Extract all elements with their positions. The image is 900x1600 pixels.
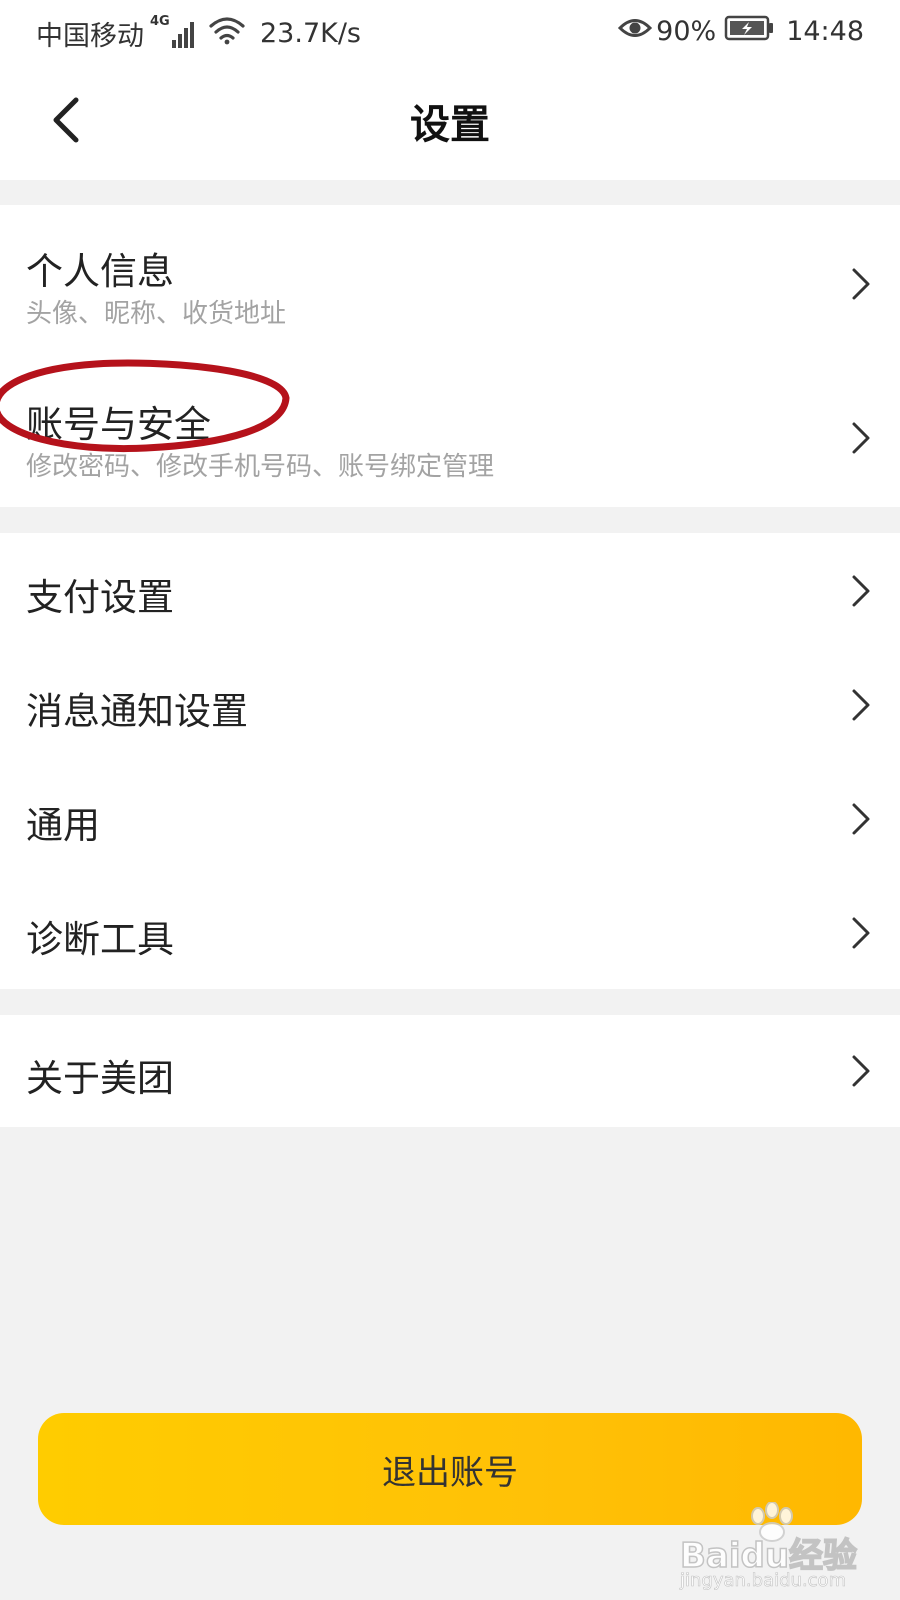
- network-speed: 23.7K/s: [260, 18, 361, 49]
- settings-item-diagnostic-tools[interactable]: 诊断工具: [0, 875, 900, 989]
- watermark-brand: Baidu经验: [679, 1535, 858, 1577]
- chevron-right-icon: [852, 1055, 870, 1087]
- item-title: 通用: [26, 804, 100, 847]
- page-title: 设置: [410, 102, 490, 148]
- item-title: 支付设置: [26, 576, 174, 619]
- battery-percent: 90%: [656, 16, 717, 47]
- status-left: 中国移动 4G 23.7K/s: [36, 14, 361, 53]
- settings-item-payment[interactable]: 支付设置: [0, 533, 900, 647]
- status-right: 90% 14:48: [618, 14, 864, 49]
- item-subtitle: 头像、昵称、收货地址: [26, 299, 287, 329]
- wifi-icon: [208, 15, 246, 52]
- settings-item-account-security[interactable]: 账号与安全 修改密码、修改手机号码、账号绑定管理: [0, 356, 900, 507]
- clock-time: 14:48: [786, 16, 864, 47]
- settings-item-personal-info[interactable]: 个人信息 头像、昵称、收货地址: [0, 205, 900, 356]
- settings-item-notifications[interactable]: 消息通知设置: [0, 647, 900, 761]
- item-title: 关于美团: [26, 1057, 174, 1100]
- chevron-right-icon: [852, 803, 870, 835]
- chevron-right-icon: [852, 575, 870, 607]
- carrier-name: 中国移动: [36, 21, 144, 52]
- item-title: 消息通知设置: [26, 690, 248, 733]
- settings-item-general[interactable]: 通用: [0, 761, 900, 875]
- settings-group-general: 支付设置 消息通知设置 通用 诊断工具: [0, 533, 900, 989]
- battery-charging-icon: [724, 14, 776, 49]
- signal-icon: 4G: [150, 14, 200, 50]
- settings-group-about: 关于美团: [0, 1015, 900, 1127]
- item-title: 账号与安全: [26, 403, 211, 446]
- item-title: 诊断工具: [26, 918, 174, 961]
- chevron-right-icon: [852, 268, 870, 300]
- logout-button[interactable]: 退出账号: [38, 1413, 862, 1525]
- item-subtitle: 修改密码、修改手机号码、账号绑定管理: [26, 452, 495, 482]
- eye-icon: [618, 15, 653, 48]
- chevron-right-icon: [852, 689, 870, 721]
- settings-group-profile: 个人信息 头像、昵称、收货地址 账号与安全 修改密码、修改手机号码、账号绑定管理: [0, 205, 900, 507]
- chevron-right-icon: [852, 917, 870, 949]
- watermark-url: jingyan.baidu.com: [680, 1570, 847, 1592]
- settings-item-about[interactable]: 关于美团: [0, 1015, 900, 1127]
- status-bar: 中国移动 4G 23.7K/s 90% 14:48: [0, 0, 900, 62]
- item-title: 个人信息: [26, 250, 174, 293]
- nav-bar: 设置: [0, 62, 900, 180]
- chevron-right-icon: [852, 422, 870, 454]
